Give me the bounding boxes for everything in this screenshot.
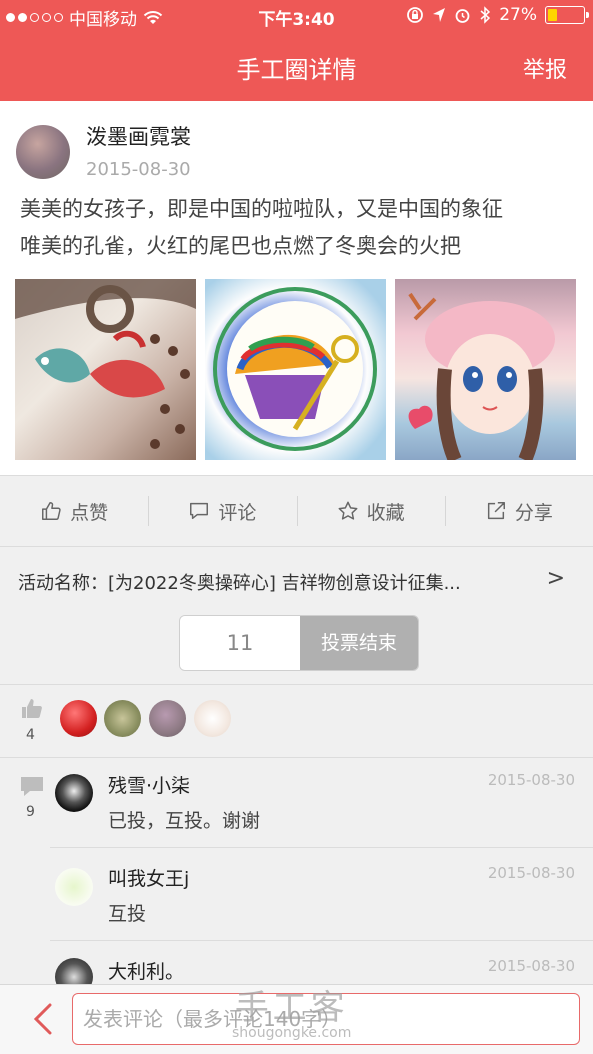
comment-date: 2015-08-30 xyxy=(487,957,575,975)
post-image-cupcake[interactable] xyxy=(205,279,386,460)
divider xyxy=(0,546,593,547)
activity-link[interactable]: 活动名称：[为2022冬奥操碎心] 吉祥物创意设计征集... xyxy=(18,569,518,595)
divider xyxy=(0,757,593,758)
post-text: 美美的女孩子，即是中国的啦啦队，又是中国的象征 唯美的孔雀，火红的尾巴也点燃了冬… xyxy=(20,197,503,258)
commenter-avatar[interactable] xyxy=(55,868,93,906)
commenter-name[interactable]: 残雪·小柒 xyxy=(108,771,190,798)
comment-date: 2015-08-30 xyxy=(487,864,575,882)
comment-icon xyxy=(21,777,43,796)
battery-percent: 27% xyxy=(499,5,537,25)
like-button[interactable]: 点赞 xyxy=(0,478,148,544)
divider xyxy=(50,847,593,848)
post-card: 泼墨画霓裳 2015-08-30 美美的女孩子，即是中国的啦啦队，又是中国的象征… xyxy=(0,101,593,475)
report-button[interactable]: 举报 xyxy=(523,52,567,84)
liker-avatar[interactable] xyxy=(194,700,231,737)
comment-bar xyxy=(0,984,593,1054)
comment-input[interactable] xyxy=(72,993,580,1045)
post-image-peacock[interactable] xyxy=(15,279,196,460)
author-avatar[interactable] xyxy=(16,125,70,179)
divider xyxy=(50,940,593,941)
divider xyxy=(0,684,593,685)
share-button[interactable]: 分享 xyxy=(444,478,593,544)
vote-count: 11 xyxy=(180,616,300,670)
liker-avatar[interactable] xyxy=(104,700,141,737)
commenter-avatar[interactable] xyxy=(55,774,93,812)
bluetooth-icon xyxy=(480,6,491,24)
thumbs-up-icon xyxy=(22,699,42,718)
post-image-girl[interactable] xyxy=(395,279,576,460)
comment-label: 评论 xyxy=(218,501,257,524)
commenter-name[interactable]: 叫我女王j xyxy=(108,864,189,891)
comment-count: 9 xyxy=(26,804,35,820)
liker-avatar[interactable] xyxy=(60,700,97,737)
rotation-lock-icon xyxy=(407,7,424,23)
chevron-right-icon[interactable]: > xyxy=(547,566,565,591)
share-icon xyxy=(487,502,505,520)
post-date: 2015-08-30 xyxy=(86,159,191,180)
battery-icon xyxy=(545,6,589,24)
back-arrow-icon[interactable] xyxy=(30,1002,56,1036)
comment-text: 互投 xyxy=(108,903,147,925)
alarm-icon xyxy=(455,8,470,23)
location-icon xyxy=(433,8,446,22)
vote-box: 11 投票结束 xyxy=(179,615,419,671)
author-name[interactable]: 泼墨画霓裳 xyxy=(86,121,191,151)
favorite-label: 收藏 xyxy=(366,501,405,524)
favorite-button[interactable]: 收藏 xyxy=(296,478,445,544)
comment-text: 已投，互投。谢谢 xyxy=(108,810,261,832)
action-bar: 点赞 评论 收藏 分享 xyxy=(0,478,593,544)
like-count: 4 xyxy=(26,727,35,743)
commenter-name[interactable]: 大利利。 xyxy=(108,957,184,984)
thumbs-up-icon xyxy=(42,502,61,520)
star-icon xyxy=(338,501,358,520)
comment-icon xyxy=(190,502,209,520)
comment-button[interactable]: 评论 xyxy=(148,478,296,544)
comment-date: 2015-08-30 xyxy=(487,771,575,789)
status-bar: 中国移动 下午3:40 27% xyxy=(0,0,593,32)
top-bar: 中国移动 下午3:40 27% 手工圈详情 举报 xyxy=(0,0,593,101)
share-label: 分享 xyxy=(514,501,553,524)
page-title: 手工圈详情 xyxy=(236,56,357,84)
like-label: 点赞 xyxy=(70,501,109,524)
liker-avatar[interactable] xyxy=(149,700,186,737)
vote-ended-button[interactable]: 投票结束 xyxy=(300,616,418,670)
divider xyxy=(0,475,593,476)
